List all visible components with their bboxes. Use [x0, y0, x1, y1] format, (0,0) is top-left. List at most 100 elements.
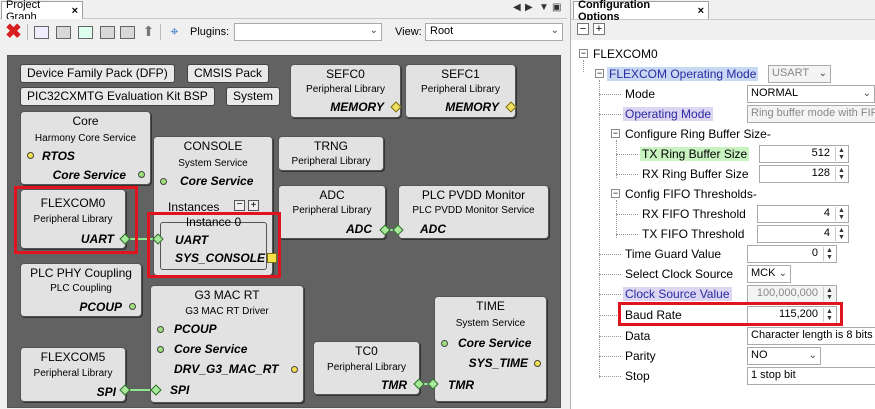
- scroll-right-icon[interactable]: ▶: [525, 2, 533, 13]
- capability-connector-icon[interactable]: [534, 360, 541, 367]
- operating-mode-label: Operating Mode: [623, 107, 714, 121]
- tree-row-tx-ring[interactable]: TX Ring Buffer Size 512 ▲ ▼: [571, 144, 875, 164]
- dependency-connector-icon[interactable]: [157, 326, 164, 333]
- import-icon[interactable]: [100, 26, 115, 39]
- up-arrow-icon[interactable]: ⬆: [140, 23, 157, 40]
- spinner-icon[interactable]: ▲ ▼: [835, 167, 847, 181]
- tree-guide: [599, 376, 621, 377]
- cmsis-chip[interactable]: CMSIS Pack: [187, 64, 270, 83]
- dependency-connector-icon[interactable]: [157, 346, 164, 353]
- time-node[interactable]: TIME System Service Core Service SYS_TIM…: [434, 296, 547, 402]
- spi-dependency: SPI: [170, 383, 190, 397]
- remove-instance-button[interactable]: −: [234, 200, 245, 211]
- clock-source-select[interactable]: MCK ⌄: [747, 265, 791, 283]
- collapse-icon[interactable]: −: [611, 129, 620, 138]
- remove-icon[interactable]: ✖: [5, 21, 22, 43]
- add-to-group-icon[interactable]: [56, 26, 71, 39]
- auto-arrange-icon[interactable]: ⌖: [166, 23, 183, 40]
- operating-mode-select[interactable]: USART ⌄: [768, 65, 831, 83]
- tx-fifo-threshold-input[interactable]: 4 ▲ ▼: [757, 225, 849, 243]
- plc-pvdd-monitor-node[interactable]: PLC PVDD Monitor PLC PVDD Monitor Servic…: [398, 185, 549, 239]
- sefc0-node[interactable]: SEFC0 Peripheral Library MEMORY: [290, 64, 402, 118]
- tab-menu-icon[interactable]: ▼: [539, 2, 549, 13]
- chevron-down-icon: ⌄: [862, 88, 871, 99]
- tab-project-graph[interactable]: Project Graph ×: [1, 0, 83, 23]
- clock-source-value-input[interactable]: 100,000,000 ▲ ▼: [747, 285, 837, 303]
- tree-row-ring-buffer[interactable]: − Configure Ring Buffer Size-: [571, 124, 875, 144]
- dependency-connector-icon[interactable]: [27, 152, 34, 159]
- tree-row-parity[interactable]: Parity NO ⌄: [571, 346, 875, 366]
- tc0-node[interactable]: TC0 Peripheral Library TMR: [313, 341, 420, 395]
- stop-select[interactable]: 1 stop bit: [747, 367, 875, 385]
- adc-node[interactable]: ADC Peripheral Library ADC: [278, 185, 386, 239]
- spinner-icon[interactable]: ▲ ▼: [835, 147, 847, 161]
- op-mode-select[interactable]: Ring buffer mode with FIFO: [747, 105, 875, 123]
- maximize-icon[interactable]: ▣: [552, 2, 561, 13]
- dependency-connector-icon[interactable]: [160, 178, 167, 185]
- spinner-icon[interactable]: ▲ ▼: [835, 207, 847, 221]
- mode-select[interactable]: NORMAL ⌄: [747, 85, 875, 103]
- tree-row-rx-fifo[interactable]: RX FIFO Threshold 4 ▲ ▼: [571, 204, 875, 224]
- rx-ring-buffer-input[interactable]: 128 ▲ ▼: [759, 165, 849, 183]
- tree-row-fifo[interactable]: − Config FIFO Thresholds-: [571, 184, 875, 204]
- dfp-chip[interactable]: Device Family Pack (DFP): [20, 64, 175, 83]
- dependency-connector-icon[interactable]: [441, 340, 448, 347]
- collapse-icon[interactable]: −: [611, 189, 620, 198]
- pin-icon[interactable]: [120, 26, 135, 39]
- plc-phy-coupling-node[interactable]: PLC PHY Coupling PLC Coupling PCOUP: [20, 263, 142, 317]
- spinner-icon[interactable]: ▲ ▼: [823, 287, 835, 301]
- flexcom5-node[interactable]: FLEXCOM5 Peripheral Library SPI: [20, 347, 126, 402]
- tree-row-rx-ring[interactable]: RX Ring Buffer Size 128 ▲ ▼: [571, 164, 875, 184]
- new-group-icon[interactable]: [34, 26, 49, 39]
- graph-canvas[interactable]: Device Family Pack (DFP) CMSIS Pack PIC3…: [7, 55, 561, 408]
- instance-0-highlight: [147, 212, 281, 278]
- tree-row-op-mode[interactable]: Operating Mode Ring buffer mode with FIF…: [571, 104, 875, 124]
- tree-row-data[interactable]: Data Character length is 8 bits: [571, 326, 875, 346]
- export-icon[interactable]: [78, 26, 93, 39]
- node-title: PLC PHY Coupling: [30, 266, 132, 280]
- parity-select[interactable]: NO ⌄: [747, 347, 821, 365]
- expand-all-icon[interactable]: +: [593, 23, 605, 35]
- time-guard-input[interactable]: 0 ▲ ▼: [747, 245, 837, 263]
- capability-connector-icon[interactable]: [291, 366, 298, 373]
- bsp-label: PIC32CXMTG Evaluation Kit BSP: [27, 89, 208, 103]
- capability-connector-icon[interactable]: [138, 171, 145, 178]
- tree-row-mode[interactable]: Mode NORMAL ⌄: [571, 84, 875, 104]
- sefc1-node[interactable]: SEFC1 Peripheral Library MEMORY: [405, 64, 517, 118]
- g3-mac-rt-node[interactable]: G3 MAC RT G3 MAC RT Driver PCOUP Core Se…: [150, 285, 304, 403]
- rx-ring-buffer-value: 128: [811, 167, 830, 179]
- adc-capability: ADC: [346, 222, 372, 236]
- capability-connector-icon[interactable]: [505, 101, 517, 113]
- tx-fifo-threshold-value: 4: [823, 227, 830, 239]
- collapse-all-icon[interactable]: −: [577, 23, 589, 35]
- add-instance-button[interactable]: +: [248, 200, 259, 211]
- tree-row-clock-source[interactable]: Select Clock Source MCK ⌄: [571, 264, 875, 284]
- spinner-icon[interactable]: ▲ ▼: [823, 247, 835, 261]
- collapse-icon[interactable]: −: [595, 69, 604, 78]
- tree-row-flexcom0[interactable]: − FLEXCOM0: [571, 44, 875, 64]
- tab-configuration-options[interactable]: Configuration Options ×: [573, 0, 709, 23]
- close-icon[interactable]: ×: [72, 5, 78, 17]
- plugins-select[interactable]: ⌄: [234, 23, 382, 41]
- tx-ring-buffer-input[interactable]: 512 ▲ ▼: [759, 145, 849, 163]
- op-mode-value: Ring buffer mode with FIFO: [751, 107, 875, 119]
- close-icon[interactable]: ×: [698, 5, 704, 17]
- data-select[interactable]: Character length is 8 bits: [747, 327, 875, 345]
- bsp-chip[interactable]: PIC32CXMTG Evaluation Kit BSP: [20, 87, 215, 106]
- tree-row-stop[interactable]: Stop 1 stop bit: [571, 366, 875, 386]
- tree-row-clock-value[interactable]: Clock Source Value 100,000,000 ▲ ▼: [571, 284, 875, 304]
- scroll-left-icon[interactable]: ◀: [513, 2, 521, 13]
- capability-connector-icon[interactable]: [129, 303, 136, 310]
- capability-connector-icon[interactable]: [390, 101, 402, 113]
- spinner-icon[interactable]: ▲ ▼: [835, 227, 847, 241]
- core-node[interactable]: Core Harmony Core Service RTOS Core Serv…: [20, 111, 151, 185]
- system-chip[interactable]: System: [226, 87, 281, 106]
- tree-row-guard[interactable]: Time Guard Value 0 ▲ ▼: [571, 244, 875, 264]
- view-select[interactable]: Root ⌄: [425, 23, 563, 41]
- system-label: System: [233, 89, 274, 103]
- trng-node[interactable]: TRNG Peripheral Library: [278, 136, 384, 171]
- collapse-icon[interactable]: −: [579, 49, 588, 58]
- tree-row-tx-fifo[interactable]: TX FIFO Threshold 4 ▲ ▼: [571, 224, 875, 244]
- tree-row-operating-mode[interactable]: − FLEXCOM Operating Mode USART ⌄: [571, 64, 875, 84]
- rx-fifo-threshold-input[interactable]: 4 ▲ ▼: [757, 205, 849, 223]
